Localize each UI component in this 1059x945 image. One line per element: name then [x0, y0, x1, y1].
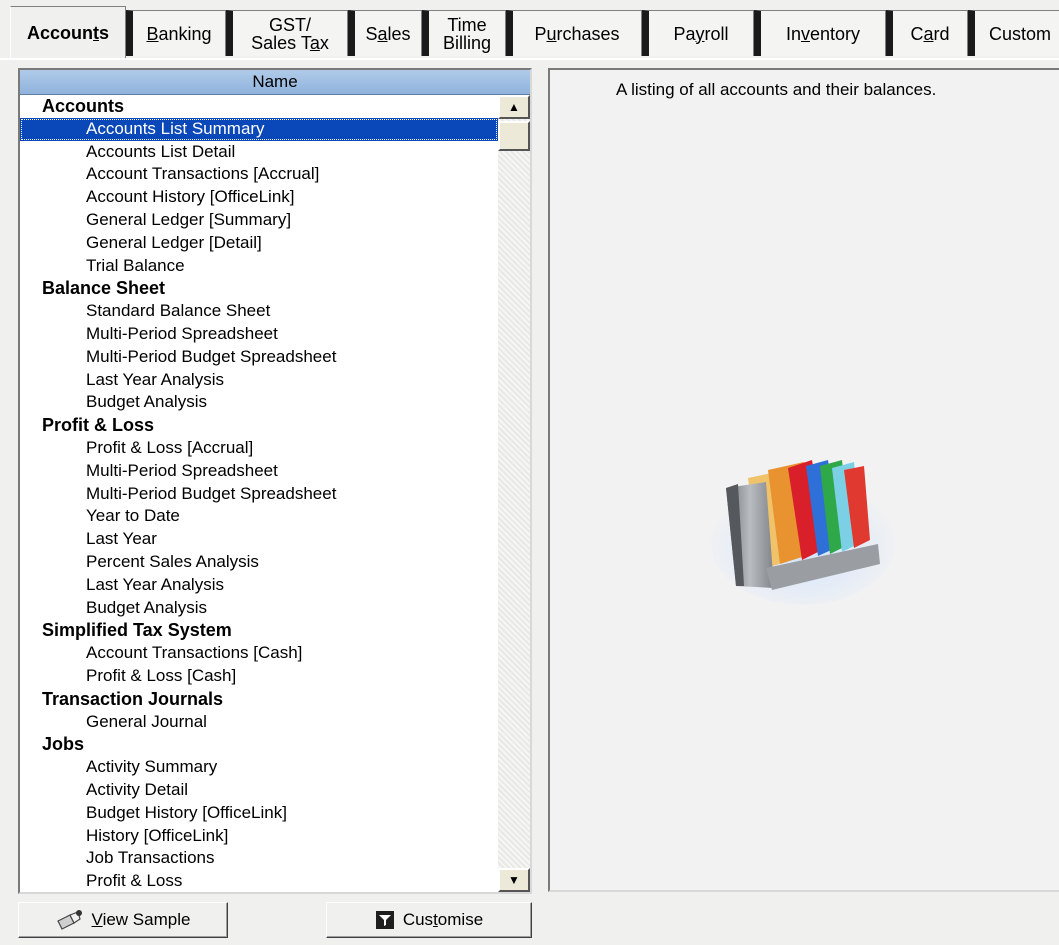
report-item[interactable]: Accounts List Detail — [20, 141, 498, 164]
report-item[interactable]: Standard Balance Sheet — [20, 300, 498, 323]
tab-label: Accounts — [26, 22, 110, 43]
arrow-down-icon: ▼ — [508, 873, 520, 887]
scroll-down-button[interactable]: ▼ — [498, 868, 530, 892]
report-item-selected[interactable]: Accounts List Summary — [20, 117, 498, 141]
vertical-scrollbar[interactable]: ▲ ▼ — [498, 95, 530, 892]
report-group-header[interactable]: Jobs — [20, 733, 498, 756]
report-group-header[interactable]: Simplified Tax System — [20, 619, 498, 642]
report-item[interactable]: Account History [OfficeLink] — [20, 186, 498, 209]
report-item[interactable]: Account Transactions [Cash] — [20, 642, 498, 665]
report-description-panel: A listing of all accounts and their bala… — [548, 68, 1059, 892]
report-item[interactable]: Multi-Period Budget Spreadsheet — [20, 346, 498, 369]
report-rows: Accounts Accounts List Summary Accounts Li… — [20, 95, 498, 892]
report-item[interactable]: Last Year — [20, 528, 498, 551]
view-sample-label: View Sample — [91, 910, 191, 929]
arrow-up-icon: ▲ — [508, 100, 520, 114]
tab-label: Time Billing — [442, 14, 492, 53]
report-item[interactable]: Activity Summary — [20, 756, 498, 779]
report-item[interactable]: Budget Analysis — [20, 391, 498, 414]
tab-inventory[interactable]: Inventory — [754, 10, 886, 56]
tab-accounts[interactable]: Accounts — [10, 6, 126, 58]
report-group-header[interactable]: Accounts — [20, 95, 498, 118]
view-sample-icon — [56, 910, 82, 930]
report-item[interactable]: Profit & Loss [Accrual] — [20, 437, 498, 460]
tab-label: Payroll — [673, 23, 729, 44]
view-sample-button[interactable]: View Sample — [18, 902, 228, 938]
report-item[interactable]: Profit & Loss — [20, 870, 498, 892]
file-folders-icon — [711, 460, 895, 605]
tab-card[interactable]: Card — [886, 10, 968, 56]
tab-purchases[interactable]: Purchases — [506, 10, 642, 56]
report-category-tabs: Accounts Banking GST/ Sales Tax Sales Ti… — [0, 0, 1059, 60]
report-group-header[interactable]: Profit & Loss — [20, 414, 498, 437]
report-item[interactable]: Job Transactions — [20, 847, 498, 870]
report-item[interactable]: General Ledger [Summary] — [20, 209, 498, 232]
tab-time-billing[interactable]: Time Billing — [422, 10, 506, 56]
report-group-header[interactable]: Transaction Journals — [20, 688, 498, 711]
tab-label: Banking — [146, 23, 212, 44]
report-item[interactable]: Account Transactions [Accrual] — [20, 163, 498, 186]
report-item[interactable]: Budget History [OfficeLink] — [20, 802, 498, 825]
tab-label: Inventory — [785, 23, 861, 44]
tab-banking[interactable]: Banking — [126, 10, 226, 56]
tab-label: Purchases — [534, 23, 620, 44]
tab-label: GST/ Sales Tax — [251, 14, 329, 53]
report-item[interactable]: Multi-Period Budget Spreadsheet — [20, 483, 498, 506]
tab-sales[interactable]: Sales — [348, 10, 422, 56]
report-item[interactable]: Profit & Loss [Cash] — [20, 665, 498, 688]
filter-icon — [375, 911, 394, 929]
report-item[interactable]: Trial Balance — [20, 255, 498, 278]
tab-custom[interactable]: Custom — [968, 10, 1059, 56]
report-group-header[interactable]: Balance Sheet — [20, 277, 498, 300]
report-item[interactable]: History [OfficeLink] — [20, 825, 498, 848]
name-column-header[interactable]: Name — [20, 70, 530, 95]
report-description: A listing of all accounts and their bala… — [616, 80, 937, 99]
report-item[interactable]: General Ledger [Detail] — [20, 232, 498, 255]
tab-label: Sales — [365, 23, 411, 44]
report-item[interactable]: Multi-Period Spreadsheet — [20, 460, 498, 483]
customise-button[interactable]: Customise — [326, 902, 532, 938]
report-item[interactable]: Last Year Analysis — [20, 369, 498, 392]
report-item[interactable]: General Journal — [20, 711, 498, 734]
report-item[interactable]: Multi-Period Spreadsheet — [20, 323, 498, 346]
tab-label: Card — [910, 23, 950, 44]
customise-label: Customise — [402, 910, 484, 929]
report-list: Name Accounts Accounts List Summary Accoun… — [18, 68, 532, 894]
report-item[interactable]: Activity Detail — [20, 779, 498, 802]
tab-label: Custom — [989, 23, 1052, 44]
report-item[interactable]: Last Year Analysis — [20, 574, 498, 597]
report-item[interactable]: Year to Date — [20, 505, 498, 528]
tab-gst-sales-tax[interactable]: GST/ Sales Tax — [226, 10, 348, 56]
scroll-up-button[interactable]: ▲ — [498, 95, 530, 119]
report-item[interactable]: Budget Analysis — [20, 597, 498, 620]
scroll-thumb[interactable] — [498, 121, 530, 151]
report-item[interactable]: Percent Sales Analysis — [20, 551, 498, 574]
tab-payroll[interactable]: Payroll — [642, 10, 754, 56]
